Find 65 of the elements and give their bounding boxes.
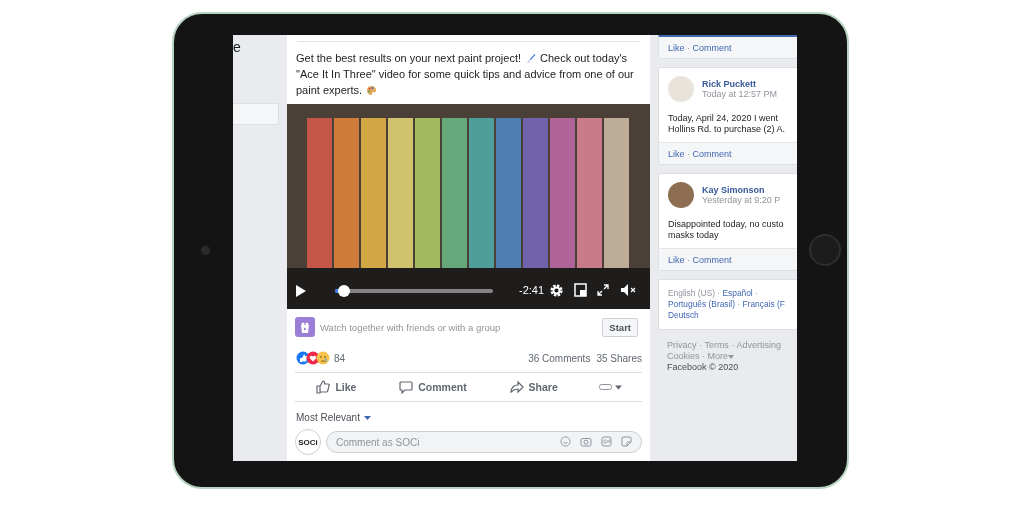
- reaction-icons[interactable]: [296, 351, 330, 365]
- mute-icon[interactable]: [620, 283, 636, 297]
- like-link[interactable]: Like: [668, 149, 685, 159]
- language-link[interactable]: Español: [722, 288, 753, 298]
- fullscreen-icon[interactable]: [597, 284, 609, 296]
- avatar-photo: [668, 182, 694, 208]
- comment-link[interactable]: Comment: [692, 43, 732, 53]
- paintbrush-icon: [525, 52, 536, 64]
- comment-text: Hollins Rd. to purchase (2) A.: [668, 124, 787, 135]
- comments-count-link[interactable]: 36 Comments: [528, 352, 591, 364]
- speech-bubble-icon: [399, 380, 414, 394]
- watch-together-text: Watch together with friends or with a group: [320, 321, 502, 333]
- separator-dot: ·: [687, 149, 691, 159]
- commenter-name[interactable]: Kay Simonson: [702, 185, 781, 195]
- reaction-count[interactable]: 84: [334, 352, 529, 364]
- page-selector-icon[interactable]: [598, 383, 623, 391]
- post-text: Get the best results on your next paint project!: [296, 51, 521, 66]
- language-link[interactable]: Deutsch: [668, 310, 699, 320]
- separator-dot: ·: [737, 299, 741, 309]
- like-button[interactable]: Like: [314, 378, 359, 396]
- start-button[interactable]: Start: [602, 317, 638, 337]
- shares-count-link[interactable]: 35 Shares: [596, 352, 642, 364]
- like-link[interactable]: Like: [668, 43, 685, 53]
- language-link[interactable]: Français (F: [742, 299, 785, 309]
- separator-dot: ·: [687, 255, 691, 265]
- like-link[interactable]: Like: [668, 255, 685, 265]
- separator-dot: ·: [717, 288, 721, 298]
- caret-icon[interactable]: [363, 415, 371, 420]
- comment-field[interactable]: Comment as SOCi: [326, 431, 642, 453]
- sticker-icon[interactable]: [621, 436, 632, 447]
- palette-icon: [366, 84, 378, 96]
- post-text: "Ace It In Three" video for some quick tips and advice from one of our: [296, 67, 634, 82]
- camera-icon[interactable]: [580, 436, 592, 447]
- settings-icon[interactable]: [549, 283, 564, 298]
- caret-icon[interactable]: [728, 355, 735, 359]
- popcorn-icon: [295, 317, 315, 337]
- sort-label[interactable]: Most Relevant: [296, 412, 360, 423]
- post-text: Check out today's: [540, 51, 628, 66]
- share-arrow-icon: [509, 380, 524, 394]
- separator-dot: ·: [699, 340, 703, 350]
- share-button[interactable]: Share: [507, 378, 560, 396]
- comment-link[interactable]: Comment: [692, 255, 732, 265]
- copyright-text: Facebook © 2020: [667, 362, 739, 372]
- post-text: paint experts.: [296, 83, 363, 98]
- time-remaining: -2:41: [519, 284, 545, 296]
- play-icon[interactable]: [295, 284, 307, 298]
- search-field[interactable]: [233, 103, 279, 125]
- separator-dot: ·: [702, 351, 706, 361]
- comment-text: Today, April 24, 2020 I went: [668, 113, 779, 124]
- comment-text: Disappointed today, no custo: [668, 219, 785, 230]
- thumbs-up-icon: [316, 380, 331, 394]
- avatar-photo: [668, 76, 694, 102]
- separator-dot: ·: [687, 43, 691, 53]
- language-link[interactable]: Português (Brasil): [668, 299, 736, 309]
- picture-in-picture-icon[interactable]: [574, 283, 587, 297]
- timestamp: Yesterday at 9:20 P: [702, 195, 781, 205]
- comment-link[interactable]: Comment: [692, 149, 732, 159]
- comment-button[interactable]: Comment: [397, 378, 469, 396]
- separator-dot: ·: [731, 340, 735, 350]
- separator-dot: ·: [755, 288, 758, 298]
- comment-text: masks today: [668, 230, 720, 241]
- cut-off-label: e: [233, 39, 242, 55]
- video-player[interactable]: -2:41: [287, 104, 650, 309]
- commenter-name[interactable]: Rick Puckett: [702, 79, 778, 89]
- timestamp: Today at 12:57 PM: [702, 89, 778, 99]
